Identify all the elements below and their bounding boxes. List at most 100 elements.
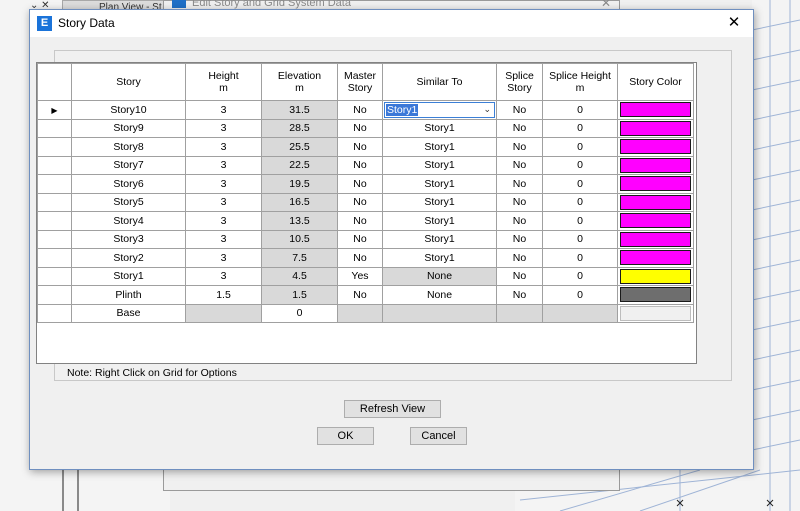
story-color-cell[interactable] xyxy=(617,266,694,286)
similar-to-cell[interactable]: Story1 xyxy=(382,137,497,157)
master-story-cell[interactable]: No xyxy=(337,155,383,175)
table-row[interactable]: Story8 3 25.5 No Story1 No 0 xyxy=(37,137,694,157)
story-color-cell[interactable] xyxy=(617,137,694,157)
splice-height-cell[interactable]: 0 xyxy=(542,118,618,138)
row-selector[interactable] xyxy=(37,174,72,194)
column-header[interactable]: Story Color xyxy=(617,63,694,101)
table-row[interactable]: Plinth 1.5 1.5 No None No 0 xyxy=(37,285,694,305)
master-story-cell[interactable]: Yes xyxy=(337,266,383,286)
row-selector[interactable] xyxy=(37,285,72,305)
similar-to-cell[interactable]: Story1 xyxy=(382,174,497,194)
color-swatch[interactable] xyxy=(620,250,691,266)
story-name-cell[interactable]: Story8 xyxy=(71,137,186,157)
column-header[interactable]: Height m xyxy=(185,63,262,101)
row-selector[interactable] xyxy=(37,137,72,157)
splice-height-cell[interactable]: 0 xyxy=(542,137,618,157)
row-selector[interactable] xyxy=(37,211,72,231)
row-selector[interactable] xyxy=(37,192,72,212)
table-row[interactable]: Story1 3 4.5 Yes None No 0 xyxy=(37,266,694,286)
chevron-down-icon[interactable]: ⌄ xyxy=(483,104,491,115)
splice-height-cell[interactable]: 0 xyxy=(542,211,618,231)
story-name-cell[interactable]: Story7 xyxy=(71,155,186,175)
height-cell[interactable]: 3 xyxy=(185,174,262,194)
row-selector[interactable]: ▶ xyxy=(37,100,72,120)
table-row[interactable]: Story4 3 13.5 No Story1 No 0 xyxy=(37,211,694,231)
master-story-cell[interactable]: No xyxy=(337,100,383,120)
color-swatch[interactable] xyxy=(620,194,691,210)
story-color-cell[interactable] xyxy=(617,174,694,194)
elevation-cell[interactable]: 19.5 xyxy=(261,174,338,194)
height-cell[interactable]: 3 xyxy=(185,248,262,268)
splice-height-cell[interactable]: 0 xyxy=(542,285,618,305)
table-row[interactable]: Story2 3 7.5 No Story1 No 0 xyxy=(37,248,694,268)
splice-height-cell[interactable]: 0 xyxy=(542,248,618,268)
elevation-cell[interactable]: 13.5 xyxy=(261,211,338,231)
story-data-grid[interactable]: Story Height m Elevation m Master Story Similar… xyxy=(36,62,697,364)
color-swatch[interactable] xyxy=(620,139,691,155)
column-header[interactable]: Splice Height m xyxy=(542,63,618,101)
master-story-cell[interactable]: No xyxy=(337,174,383,194)
story-name-cell[interactable]: Plinth xyxy=(71,285,186,305)
similar-to-cell[interactable]: Story1 xyxy=(382,155,497,175)
table-row[interactable]: ▶ Story10 3 31.5 No Story1 ⌄ No 0 xyxy=(37,100,694,120)
similar-to-cell[interactable] xyxy=(382,303,497,323)
story-name-cell[interactable]: Story10 xyxy=(71,100,186,120)
table-row[interactable]: Story9 3 28.5 No Story1 No 0 xyxy=(37,118,694,138)
height-cell[interactable]: 3 xyxy=(185,229,262,249)
splice-height-cell[interactable]: 0 xyxy=(542,229,618,249)
similar-to-cell[interactable]: None xyxy=(382,266,497,286)
row-selector[interactable] xyxy=(37,303,72,323)
master-story-cell[interactable]: No xyxy=(337,118,383,138)
splice-story-cell[interactable]: No xyxy=(496,211,543,231)
master-story-cell[interactable]: No xyxy=(337,211,383,231)
column-header[interactable]: Splice Story xyxy=(496,63,543,101)
column-header[interactable]: Elevation m xyxy=(261,63,338,101)
splice-story-cell[interactable]: No xyxy=(496,174,543,194)
row-selector[interactable] xyxy=(37,266,72,286)
elevation-cell[interactable]: 16.5 xyxy=(261,192,338,212)
splice-story-cell[interactable]: No xyxy=(496,229,543,249)
color-swatch[interactable] xyxy=(620,213,691,229)
story-color-cell[interactable] xyxy=(617,100,694,120)
height-cell[interactable]: 3 xyxy=(185,118,262,138)
color-swatch[interactable] xyxy=(620,157,691,173)
splice-height-cell[interactable]: 0 xyxy=(542,174,618,194)
similar-to-cell[interactable]: Story1 xyxy=(382,118,497,138)
height-cell[interactable]: 3 xyxy=(185,137,262,157)
height-cell[interactable]: 1.5 xyxy=(185,285,262,305)
story-color-cell[interactable] xyxy=(617,303,694,323)
splice-story-cell[interactable]: No xyxy=(496,285,543,305)
splice-story-cell[interactable]: No xyxy=(496,266,543,286)
master-story-cell[interactable]: No xyxy=(337,137,383,157)
splice-height-cell[interactable]: 0 xyxy=(542,155,618,175)
row-selector[interactable] xyxy=(37,155,72,175)
height-cell[interactable] xyxy=(185,303,262,323)
story-name-cell[interactable]: Base xyxy=(71,303,186,323)
row-selector[interactable] xyxy=(37,229,72,249)
splice-height-cell[interactable]: 0 xyxy=(542,192,618,212)
master-story-cell[interactable]: No xyxy=(337,229,383,249)
similar-to-cell[interactable]: Story1 ⌄ xyxy=(382,100,497,120)
color-swatch[interactable] xyxy=(620,120,691,136)
master-story-cell[interactable]: No xyxy=(337,248,383,268)
column-header[interactable]: Similar To xyxy=(382,63,497,101)
elevation-cell[interactable]: 0 xyxy=(261,303,338,323)
elevation-cell[interactable]: 4.5 xyxy=(261,266,338,286)
story-name-cell[interactable]: Story6 xyxy=(71,174,186,194)
similar-to-cell[interactable]: Story1 xyxy=(382,192,497,212)
close-icon[interactable]: ✕ xyxy=(725,13,743,33)
similar-to-cell[interactable]: Story1 xyxy=(382,211,497,231)
column-header[interactable]: Story xyxy=(71,63,186,101)
story-color-cell[interactable] xyxy=(617,248,694,268)
height-cell[interactable]: 3 xyxy=(185,266,262,286)
splice-height-cell[interactable]: 0 xyxy=(542,266,618,286)
color-swatch[interactable] xyxy=(620,176,691,192)
elevation-cell[interactable]: 10.5 xyxy=(261,229,338,249)
story-name-cell[interactable]: Story1 xyxy=(71,266,186,286)
color-swatch[interactable] xyxy=(620,231,691,247)
elevation-cell[interactable]: 28.5 xyxy=(261,118,338,138)
table-row[interactable]: Story7 3 22.5 No Story1 No 0 xyxy=(37,155,694,175)
similar-to-cell[interactable]: None xyxy=(382,285,497,305)
story-color-cell[interactable] xyxy=(617,229,694,249)
color-swatch[interactable] xyxy=(620,287,691,303)
